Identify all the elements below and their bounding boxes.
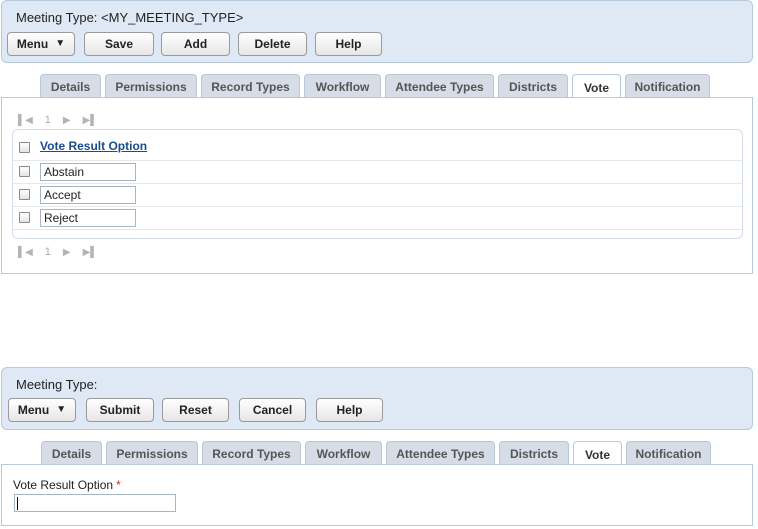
table-row [13, 206, 742, 229]
tab-permissions[interactable]: Permissions [105, 74, 197, 98]
tab-districts[interactable]: Districts [499, 441, 569, 465]
tab-details[interactable]: Details [41, 441, 102, 465]
save-button[interactable]: Save [84, 32, 154, 56]
vote-list-panel: ▌◀ 1 ▶ ▶▌ Vote Result Option ▌◀ 1 ▶ ▶▌ [1, 97, 753, 274]
pager-bottom: ▌◀ 1 ▶ ▶▌ [18, 245, 109, 259]
tab-districts[interactable]: Districts [498, 74, 568, 98]
vote-option-input[interactable] [40, 209, 136, 227]
menu-label: Menu [17, 403, 50, 417]
menu-dropdown-icon: ▼ [55, 38, 66, 49]
pager-top: ▌◀ 1 ▶ ▶▌ [18, 113, 109, 127]
next-page-icon[interactable]: ▶ [63, 115, 71, 126]
delete-button[interactable]: Delete [238, 32, 307, 56]
form-title: Meeting Type: [16, 377, 98, 392]
tab-notification[interactable]: Notification [625, 74, 710, 98]
menu-dropdown-icon: ▼ [56, 404, 67, 415]
submit-button[interactable]: Submit [86, 398, 154, 422]
tab-record-types[interactable]: Record Types [201, 74, 300, 98]
tab-attendee-types[interactable]: Attendee Types [385, 74, 494, 98]
tab-workflow[interactable]: Workflow [304, 74, 381, 98]
tab-permissions[interactable]: Permissions [106, 441, 198, 465]
vote-option-input[interactable] [40, 163, 136, 181]
first-page-icon[interactable]: ▌◀ [18, 247, 33, 258]
help-button[interactable]: Help [315, 32, 382, 56]
menu-button[interactable]: Menu ▼ [7, 32, 75, 56]
cancel-button[interactable]: Cancel [239, 398, 306, 422]
vote-result-option-label: Vote Result Option * [13, 478, 121, 492]
reset-button[interactable]: Reset [162, 398, 229, 422]
bottom-header-panel: Meeting Type: Menu ▼ Submit Reset Cancel… [1, 367, 753, 430]
vote-result-option-input[interactable] [14, 494, 176, 512]
table-row [13, 183, 742, 206]
tab-bar-bottom: Details Permissions Record Types Workflo… [0, 441, 758, 467]
text-cursor [17, 497, 18, 510]
tab-details[interactable]: Details [40, 74, 101, 98]
select-all-checkbox[interactable] [19, 142, 30, 153]
page-title: Meeting Type: <MY_MEETING_TYPE> [16, 10, 244, 25]
table-row [13, 160, 742, 183]
first-page-icon[interactable]: ▌◀ [18, 115, 33, 126]
add-button[interactable]: Add [161, 32, 230, 56]
menu-label: Menu [16, 37, 49, 51]
page-number: 1 [44, 114, 51, 126]
tab-record-types[interactable]: Record Types [202, 441, 301, 465]
tab-workflow[interactable]: Workflow [305, 441, 382, 465]
help-button[interactable]: Help [316, 398, 383, 422]
page-number: 1 [44, 246, 51, 258]
vote-form-panel: Vote Result Option * [1, 464, 753, 526]
table-row-empty [13, 229, 742, 238]
last-page-icon[interactable]: ▶▌ [83, 115, 98, 126]
last-page-icon[interactable]: ▶▌ [83, 247, 98, 258]
row-checkbox[interactable] [19, 212, 30, 223]
tab-notification[interactable]: Notification [626, 441, 711, 465]
field-label-text: Vote Result Option [13, 478, 114, 492]
next-page-icon[interactable]: ▶ [63, 247, 71, 258]
column-header-vote-result-option[interactable]: Vote Result Option [40, 139, 147, 153]
tab-bar-top: Details Permissions Record Types Workflo… [0, 74, 758, 100]
tab-attendee-types[interactable]: Attendee Types [386, 441, 495, 465]
top-header-panel: Meeting Type: <MY_MEETING_TYPE> Menu ▼ S… [1, 0, 753, 63]
required-marker: * [116, 478, 121, 492]
vote-option-input[interactable] [40, 186, 136, 204]
row-checkbox[interactable] [19, 189, 30, 200]
vote-result-grid: Vote Result Option [12, 129, 743, 239]
menu-button[interactable]: Menu ▼ [8, 398, 76, 422]
row-checkbox[interactable] [19, 166, 30, 177]
